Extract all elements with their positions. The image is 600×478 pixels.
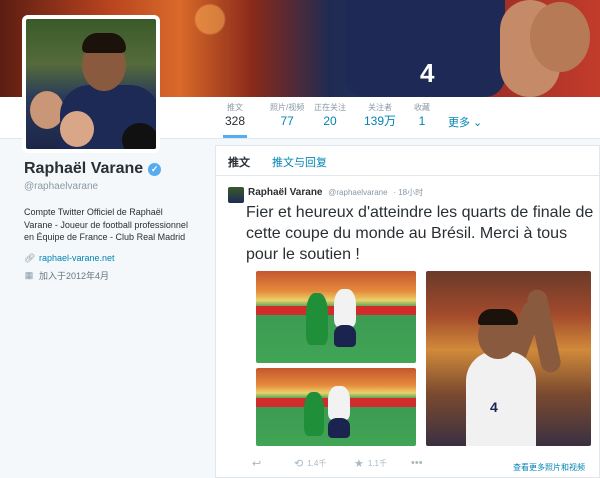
timeline-tabs: 推文 推文与回复 [216,146,599,176]
banner-jersey-number: 4 [420,58,435,88]
tab-tweets[interactable]: 推文 [228,154,250,170]
player-hair [478,309,518,325]
stat-label: 推文 [227,103,244,112]
more-actions-button[interactable]: ••• [411,457,423,469]
link-icon: 🔗︎ [24,252,36,263]
avatar-child [60,111,94,147]
player-figure [306,293,328,345]
player-figure [304,392,324,436]
stat-value: 77 [280,114,294,128]
profile-info: Raphaël Varane ✓ @raphaelvarane Compte T… [24,160,204,287]
tweet-avatar[interactable] [228,187,244,203]
timeline: 推文 推文与回复 Raphaël Varane @raphaelvarane ·… [215,145,600,478]
retweet-button[interactable]: ⟲ 1.4千 [294,457,326,470]
stat-label: 照片/视频 [270,103,305,112]
player-jersey [466,351,536,446]
profile-name-row: Raphaël Varane ✓ [24,160,204,178]
star-icon: ★ [354,458,364,470]
tweet-header: Raphaël Varane @raphaelvarane · 18小时 [248,187,423,198]
tweet-photo-varane[interactable]: 4 [426,271,591,446]
more-dropdown[interactable]: 更多 ⌄ [448,114,482,130]
stat-value: 139万 [364,114,397,128]
tab-tweets-replies[interactable]: 推文与回复 [272,154,327,170]
profile-avatar[interactable] [22,15,160,153]
tweet-text: Fier et heureux d'atteindre les quarts d… [246,204,594,263]
profile-meta: 🔗︎ raphael-varane.net ▦ 加入于2012年4月 [24,253,204,282]
player-figure [328,386,350,420]
avatar-hair [82,33,126,53]
favorite-count: 1.1千 [367,459,387,468]
favorite-button[interactable]: ★ 1.1千 [354,457,387,470]
stat-label: 收藏 [414,103,430,112]
stat-label: 关注者 [368,103,393,112]
player-jersey-number: 4 [490,399,498,415]
avatar-child [122,123,156,149]
retweet-count: 1.4千 [307,459,327,468]
stat-label: 正在关注 [314,103,346,112]
avatar-child [30,91,64,129]
stat-favorites[interactable]: 收藏 1 [414,102,430,129]
stat-followers[interactable]: 关注者 139万 [364,102,396,129]
tweet-author[interactable]: Raphaël Varane [248,187,322,198]
website-row: 🔗︎ raphael-varane.net [24,253,204,264]
stat-value: 20 [323,114,337,128]
verified-badge-icon: ✓ [148,162,162,176]
website-link[interactable]: raphael-varane.net [39,253,115,263]
profile-handle[interactable]: @raphaelvarane [24,181,204,192]
view-more-media-link[interactable]: 查看更多照片和视频 [513,462,585,473]
tweet-media: 4 [248,271,593,451]
player-figure [334,325,356,347]
reply-button[interactable]: ↩ [252,457,261,470]
tweet-handle[interactable]: @raphaelvarane [328,188,387,197]
stat-value: 1 [418,114,426,128]
tweet-photo-match-1[interactable] [256,271,416,363]
more-icon: ••• [411,457,423,469]
tweet-timestamp[interactable]: · 18小时 [393,188,423,197]
stat-value: 328 [225,114,246,128]
stat-tweets[interactable]: 推文 328 [222,102,248,138]
joined-date: 加入于2012年4月 [39,270,110,281]
joined-row: ▦ 加入于2012年4月 [24,269,204,282]
profile-bio: Compte Twitter Officiel de Raphaël Varan… [24,207,188,242]
player-figure [328,418,350,438]
reply-icon: ↩ [252,458,262,470]
stat-photos-videos[interactable]: 照片/视频 77 [270,102,304,129]
player-figure [334,289,356,327]
retweet-icon: ⟲ [294,458,304,470]
tweet-photo-match-2[interactable] [256,368,416,446]
stat-following[interactable]: 正在关注 20 [314,102,346,129]
profile-name[interactable]: Raphaël Varane [24,160,143,178]
banner-player-head [530,2,590,72]
calendar-icon: ▦ [24,269,34,280]
